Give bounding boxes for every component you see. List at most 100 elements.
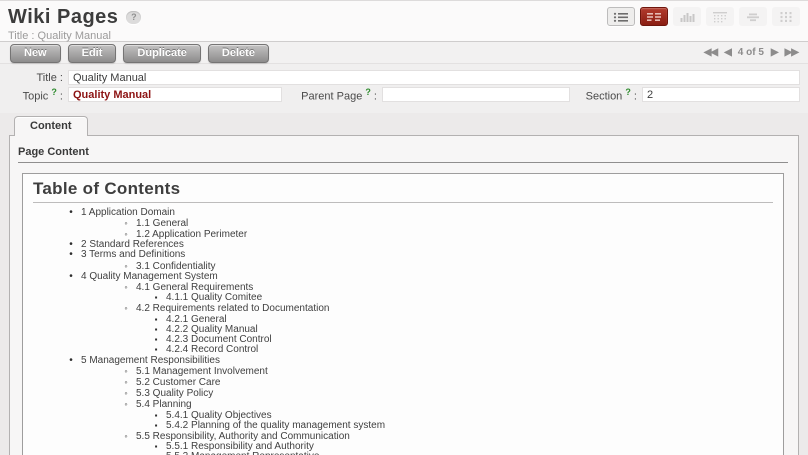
page-header: Wiki Pages ? Title : Quality Manual [0,1,808,41]
title-field-label: Title : [8,72,68,84]
new-button[interactable]: New [10,44,61,63]
list-item: ▪4.2.1 General [33,315,773,325]
list-view-button[interactable] [607,7,635,26]
topic-help-icon: ? [51,87,57,97]
parent-page-field-label: Parent Page ? : [282,87,382,103]
section-help-icon: ? [625,87,631,97]
tab-content[interactable]: Content [14,116,88,136]
toolbar: New Edit Duplicate Delete ◀◀ ◀ 4 of 5 ▶ ▶▶ [0,41,808,64]
topic-field-label: Topic ? : [8,87,68,103]
first-record-button[interactable]: ◀◀ [704,47,717,58]
form-fields: Title : Topic ? : Parent Page ? : Sectio… [0,64,808,113]
bullet-icon: ▪ [151,293,161,303]
list-item: ▪ 5.4.2 Planning of the quality managemen… [33,421,773,431]
bullet-icon: ◦ [121,282,131,292]
toc-item-label: 5.1 Management Involvement [136,366,268,377]
list-item: • 5 Management Responsibilities [33,356,773,366]
list-item: ◦ 5.1 Management Involvement [33,366,773,377]
toc-divider [33,202,773,203]
last-record-button[interactable]: ▶▶ [785,47,798,58]
toc-item-label: 5.3 Quality Policy [136,388,213,399]
toc-list: •1 Application Domain◦1.1 General◦1.2 Ap… [33,208,773,455]
list-view-icon [613,11,629,23]
next-record-button[interactable]: ▶ [771,47,778,58]
list-item: ◦5.5 Responsibility, Authority and Commu… [33,431,773,442]
list-item: ◦4.2 Requirements related to Documentati… [33,303,773,314]
toc-heading: Table of Contents [33,179,773,199]
gantt-view-button[interactable] [739,7,767,26]
toc-item-label: 4 Quality Management System [81,271,218,282]
toc-item-label: 1.1 General [136,218,188,229]
delete-button[interactable]: Delete [208,44,269,63]
record-count-label: 4 of 5 [738,47,764,58]
calendar-view-icon [712,11,728,23]
kanban-view-button[interactable] [772,7,800,26]
content-tab-panel: Page Content Table of Contents • 1 Applic… [9,135,799,455]
bullet-icon: ◦ [121,229,131,239]
bullet-icon: • [66,356,76,366]
list-item: ◦ 5.2 Customer Care [33,377,773,388]
list-item: ◦ 5.3 Quality Policy [33,388,773,399]
list-item: • 1 Application Domain [33,208,773,218]
form-view-icon [646,11,662,23]
list-item: ▪5.5.1 Responsibility and Authority [33,442,773,452]
bullet-icon: ▪ [151,421,161,431]
toolbar-buttons: New Edit Duplicate Delete [10,43,276,63]
bullet-icon: • [66,272,76,282]
toc-item-label: 5.5.2 Management Representative [166,451,319,455]
title-field[interactable] [68,70,800,85]
bullet-icon: ▪ [151,315,161,325]
bullet-icon: ◦ [121,377,131,387]
gantt-view-icon [745,11,761,23]
list-item: ▪4.2.3 Document Control [33,335,773,345]
duplicate-button[interactable]: Duplicate [123,44,201,63]
list-item: ▪5.4.1 Quality Objectives [33,411,773,421]
parent-page-help-icon: ? [365,87,371,97]
calendar-view-button[interactable] [706,7,734,26]
bullet-icon: ▪ [151,335,161,345]
bullet-icon: • [66,208,76,218]
bullet-icon: ◦ [121,388,131,398]
section-field-label: Section ? : [570,87,642,103]
bullet-icon: ◦ [121,399,131,409]
bullet-icon: ◦ [121,431,131,441]
list-item: ◦ 1.1 General [33,218,773,229]
previous-record-button[interactable]: ◀ [724,47,731,58]
graph-view-icon [679,11,695,23]
bullet-icon: ◦ [121,218,131,228]
bullet-icon: ◦ [121,303,131,313]
bullet-icon: ▪ [151,411,161,421]
toc-item-label: 1 Application Domain [81,207,175,218]
toc-item-label: 5.2 Customer Care [136,377,220,388]
help-icon: ? [126,11,141,24]
section-field[interactable] [642,87,800,102]
topic-field[interactable] [68,87,282,102]
page-title: Wiki Pages [8,6,118,29]
form-view-button[interactable] [640,7,668,26]
bullet-icon: ◦ [121,366,131,376]
kanban-view-icon [778,11,794,23]
graph-view-button[interactable] [673,7,701,26]
bullet-icon: ▪ [151,442,161,452]
list-item: ▪ 4.1.1 Quality Comitee [33,293,773,303]
parent-page-field[interactable] [382,87,570,102]
list-item: • 3 Terms and Definitions [33,250,773,260]
page-content-label: Page Content [18,144,788,163]
list-item: ◦5.4 Planning [33,399,773,410]
list-item: ◦4.1 General Requirements [33,282,773,293]
toc-item-label: 3 Terms and Definitions [81,249,185,260]
record-subtitle: Title : Quality Manual [8,30,800,42]
toc-item-label: 5.4.2 Planning of the quality management… [166,420,385,431]
notebook-tabs: Content [0,115,808,135]
bullet-icon: • [66,250,76,260]
wiki-content-box: Table of Contents •1 Application Domain◦… [22,173,784,455]
view-switcher [607,7,800,26]
bullet-icon: ▪ [151,325,161,335]
bullet-icon: ◦ [121,261,131,271]
edit-button[interactable]: Edit [68,44,117,63]
toc-item-label: 5 Management Responsibilities [81,355,220,366]
record-pagination: ◀◀ ◀ 4 of 5 ▶ ▶▶ [704,47,798,58]
list-item: ▪4.2.2 Quality Manual [33,325,773,335]
list-item: • 4 Quality Management System [33,272,773,282]
toc-item-label: 4.1.1 Quality Comitee [166,292,262,303]
